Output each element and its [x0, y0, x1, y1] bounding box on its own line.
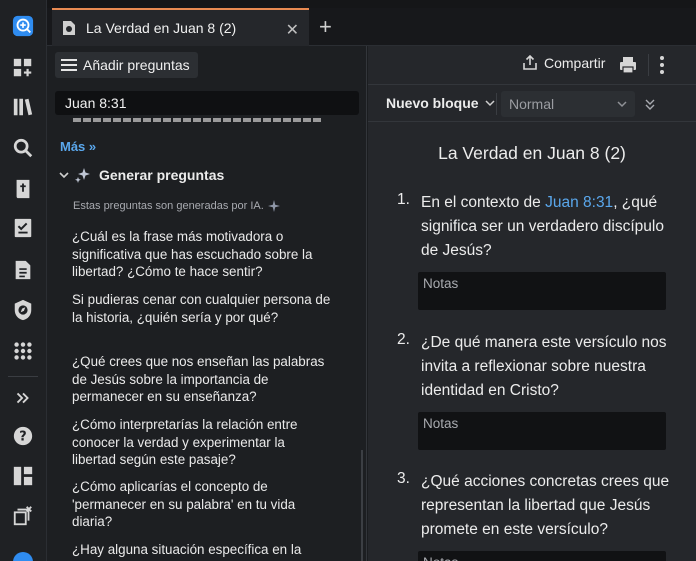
more-link[interactable]: Más » [60, 139, 96, 154]
chevron-down-icon [485, 100, 495, 107]
clipped-text-line [73, 118, 323, 123]
document-toolbar: Compartir [368, 46, 696, 84]
app-logo-icon[interactable] [11, 14, 35, 38]
menu-icon [61, 59, 77, 71]
ai-disclaimer: Estas preguntas son generadas por IA. [73, 200, 280, 212]
tab-bar: La Verdad en Juan 8 (2) ✕ + [47, 8, 696, 46]
notes-field[interactable]: Notas [418, 272, 666, 310]
left-rail: ? [0, 0, 47, 561]
checklist-icon[interactable] [11, 216, 35, 240]
more-options-icon[interactable] [660, 55, 664, 75]
tab-document[interactable]: La Verdad en Juan 8 (2) ✕ [52, 8, 309, 46]
chevron-down-icon [617, 101, 627, 108]
generated-question[interactable]: ¿Cómo interpretarías la relación entre c… [72, 416, 332, 469]
add-questions-button[interactable]: Añadir preguntas [55, 52, 198, 78]
document-tab-icon [63, 21, 75, 35]
sparkle-icon [75, 168, 90, 183]
generated-question[interactable]: ¿Cuál es la frase más motivadora o signi… [72, 228, 332, 281]
question-number: 1. [397, 191, 410, 208]
block-type-label: Nuevo bloque [386, 95, 479, 111]
help-icon[interactable]: ? [11, 424, 35, 448]
passage-input[interactable]: Juan 8:31 [55, 91, 359, 115]
title-strip [47, 0, 696, 8]
scrollbar[interactable] [361, 450, 363, 561]
chevron-down-icon [59, 172, 69, 179]
svg-text:?: ? [19, 430, 26, 445]
layout-icon[interactable] [11, 464, 35, 488]
share-label: Compartir [544, 55, 606, 71]
library-icon[interactable] [11, 95, 35, 119]
search-icon[interactable] [11, 136, 35, 160]
generate-questions-toggle[interactable]: Generar preguntas [59, 167, 224, 183]
compass-icon[interactable] [11, 298, 35, 322]
avatar[interactable] [13, 552, 33, 561]
share-button[interactable]: Compartir [522, 55, 605, 71]
question-text: ¿Qué acciones concretas crees que repres… [421, 473, 670, 538]
generated-question[interactable]: ¿Hay alguna situación específica en la [72, 541, 332, 559]
toolbar-divider [648, 54, 649, 76]
bible-icon[interactable] [11, 177, 35, 201]
sparkle-small-icon [267, 200, 280, 212]
question-number: 3. [397, 470, 410, 487]
close-icon[interactable]: ✕ [286, 20, 299, 40]
ai-disclaimer-text: Estas preguntas son generadas por IA. [73, 200, 264, 212]
text-style-select[interactable]: Normal [501, 91, 635, 117]
text-style-value: Normal [509, 96, 555, 112]
collapse-chevrons-icon[interactable] [644, 98, 656, 110]
document-icon[interactable] [11, 258, 35, 282]
notes-field[interactable]: Notas [418, 551, 666, 561]
apps-grid-icon[interactable] [11, 339, 35, 363]
block-type-dropdown[interactable]: Nuevo bloque [386, 95, 495, 111]
tab-title: La Verdad en Juan 8 (2) [86, 20, 237, 36]
format-toolbar: Nuevo bloque Normal [368, 84, 696, 122]
generate-questions-label: Generar preguntas [99, 167, 225, 183]
print-icon[interactable] [619, 56, 637, 74]
question-text: En el contexto de Juan 8:31, ¿qué signif… [421, 191, 677, 263]
question-text: ¿De qué manera este versículo nos invita… [421, 334, 667, 399]
dashboard-add-icon[interactable] [11, 56, 35, 80]
format-divider [496, 93, 497, 115]
notes-field[interactable]: Notas [418, 412, 666, 450]
questions-panel: Añadir preguntas Juan 8:31 Más » Generar… [47, 46, 367, 561]
verse-reference-link[interactable]: Juan 8:31 [545, 194, 613, 211]
new-tab-button[interactable]: + [319, 14, 332, 40]
expand-chevrons-icon[interactable] [11, 386, 35, 410]
generated-question[interactable]: Si pudieras cenar con cualquier persona … [72, 291, 332, 326]
document-pane: Compartir Nuevo bloque Normal La Verdad … [368, 46, 696, 561]
question-text-part: En el contexto de [421, 194, 546, 211]
close-panels-icon[interactable] [11, 504, 35, 528]
share-icon [523, 55, 537, 70]
generated-question[interactable]: ¿Cómo aplicarías el concepto de 'permane… [72, 478, 332, 531]
generated-question[interactable]: ¿Qué crees que nos enseñan las palabras … [72, 353, 332, 406]
document-title[interactable]: La Verdad en Juan 8 (2) [368, 143, 696, 164]
add-questions-label: Añadir preguntas [83, 57, 190, 73]
question-number: 2. [397, 331, 410, 348]
